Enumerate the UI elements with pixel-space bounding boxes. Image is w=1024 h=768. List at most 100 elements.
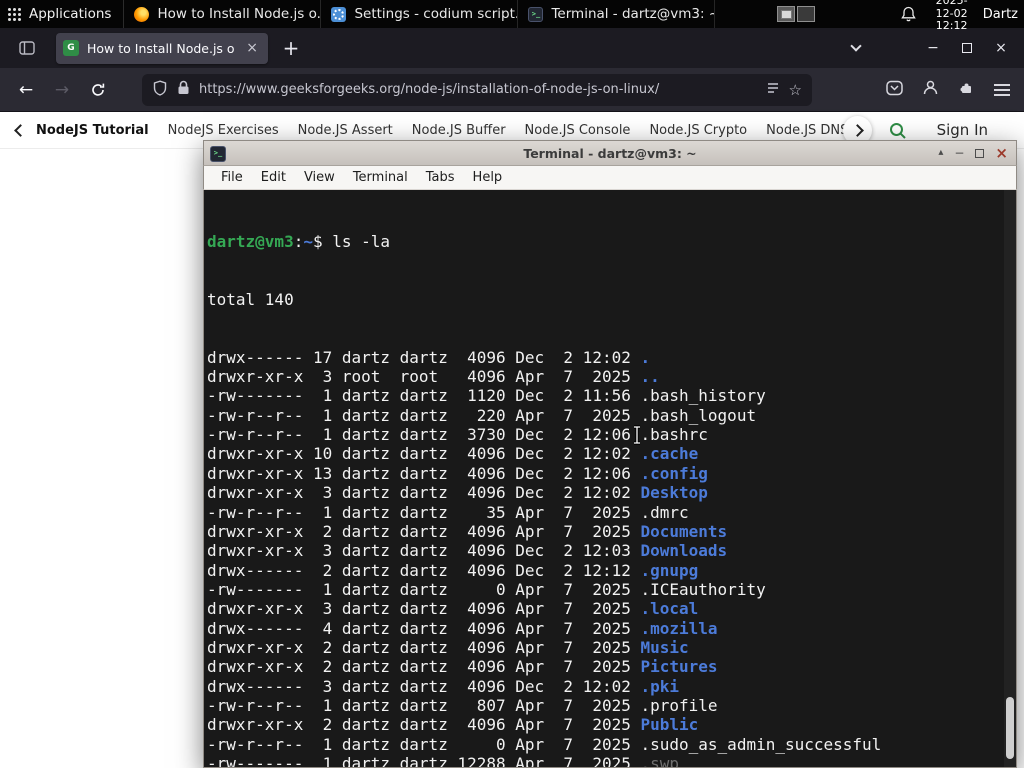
address-bar[interactable]: https://www.geeksforgeeks.org/node-js/in… [142, 73, 812, 106]
terminal-close-button[interactable]: × [995, 145, 1008, 161]
bookmark-star-icon[interactable]: ☆ [789, 81, 802, 99]
terminal-icon: >_ [528, 6, 544, 22]
tracking-protection-shield-icon[interactable] [152, 79, 168, 100]
terminal-scrollbar[interactable] [1004, 190, 1016, 767]
menu-hamburger-icon[interactable] [994, 83, 1010, 96]
tab-favicon: G [63, 40, 79, 56]
terminal-output-line: drwxr-xr-x 10 dartz dartz 4096 Dec 2 12:… [207, 444, 1016, 463]
terminal-output-line: -rw-r--r-- 1 dartz dartz 3730 Dec 2 12:0… [207, 425, 1016, 444]
back-button[interactable]: ← [8, 74, 44, 106]
url-text[interactable]: https://www.geeksforgeeks.org/node-js/in… [199, 82, 757, 97]
sign-in-button[interactable]: Sign In [937, 121, 988, 139]
terminal-output-line: -rw-r--r-- 1 dartz dartz 35 Apr 7 2025 .… [207, 503, 1016, 522]
file-meta: -rw------- 1 dartz dartz 0 Apr 7 2025 [207, 579, 641, 599]
panel-user-label[interactable]: Dartz [983, 7, 1018, 22]
terminal-screen[interactable]: dartz@vm3:~$ ls -la total 140 drwx------… [203, 190, 1017, 768]
new-tab-button[interactable]: + [278, 35, 304, 61]
file-name: .profile [640, 695, 718, 715]
tab-close-icon[interactable]: × [243, 40, 261, 56]
file-name: . [640, 347, 651, 367]
nav-link[interactable]: Node.JS Buffer [412, 123, 506, 138]
workspace-pager[interactable] [777, 6, 816, 22]
file-meta: -rw-r--r-- 1 dartz dartz 35 Apr 7 2025 [207, 502, 641, 522]
taskbar-button-firefox[interactable]: How to Install Node.js o... [124, 0, 322, 28]
terminal-menu-view[interactable]: View [295, 168, 344, 187]
panel-clock[interactable]: 2025-12-02 12:12 [932, 0, 970, 33]
reader-mode-icon[interactable] [766, 80, 780, 99]
file-name: .swp [640, 753, 680, 768]
terminal-output-line: drwxr-xr-x 3 dartz dartz 4096 Dec 2 12:0… [207, 483, 1016, 502]
terminal-output-line: drwxr-xr-x 13 dartz dartz 4096 Dec 2 12:… [207, 464, 1016, 483]
file-name: .. [640, 367, 660, 387]
terminal-menu-tabs[interactable]: Tabs [417, 168, 464, 187]
nav-link[interactable]: Node.JS DNS [766, 123, 848, 138]
applications-menu-button[interactable]: Applications [0, 0, 123, 28]
desktop-top-panel: Applications How to Install Node.js o...… [0, 0, 1024, 32]
file-meta: drwxr-xr-x 3 dartz dartz 4096 Apr 7 2025 [207, 599, 641, 619]
terminal-menu-help[interactable]: Help [464, 168, 512, 187]
terminal-output: dartz@vm3:~$ ls -la total 140 drwx------… [204, 190, 1016, 768]
terminal-output-line: drwxr-xr-x 3 root root 4096 Apr 7 2025 .… [207, 367, 1016, 386]
nav-link[interactable]: NodeJS Tutorial [36, 123, 149, 138]
lock-icon[interactable] [177, 80, 190, 99]
taskbar-button-terminal[interactable]: >_ Terminal - dartz@vm3: ~ [518, 0, 716, 28]
file-meta: drwx------ 17 dartz dartz 4096 Dec 2 12:… [207, 347, 641, 367]
nav-link[interactable]: Node.JS Crypto [649, 123, 747, 138]
terminal-output-line: drwx------ 3 dartz dartz 4096 Dec 2 12:0… [207, 677, 1016, 696]
file-meta: drwxr-xr-x 13 dartz dartz 4096 Dec 2 12:… [207, 463, 641, 483]
file-name: Desktop [640, 483, 708, 503]
file-name: .mozilla [640, 618, 718, 638]
workspace-2[interactable] [797, 6, 816, 22]
terminal-output-line: -rw-r--r-- 1 dartz dartz 220 Apr 7 2025 … [207, 406, 1016, 425]
file-meta: drwxr-xr-x 2 dartz dartz 4096 Apr 7 2025 [207, 637, 641, 657]
account-icon[interactable] [922, 79, 939, 100]
forward-button[interactable]: → [44, 74, 80, 106]
file-name: Public [640, 715, 699, 735]
file-name: .cache [640, 444, 699, 464]
terminal-listing: drwx------ 17 dartz dartz 4096 Dec 2 12:… [207, 347, 1016, 768]
nav-link[interactable]: NodeJS Exercises [168, 123, 279, 138]
file-name: Documents [640, 521, 728, 541]
nav-link[interactable]: Node.JS Assert [298, 123, 393, 138]
terminal-shade-button[interactable]: ▴ [938, 148, 943, 158]
file-meta: drwx------ 4 dartz dartz 4096 Apr 7 2025 [207, 618, 641, 638]
list-all-tabs-button[interactable] [844, 36, 868, 60]
browser-tab[interactable]: G How to Install Node.js on × [56, 32, 268, 64]
file-meta: drwxr-xr-x 2 dartz dartz 4096 Apr 7 2025 [207, 715, 641, 735]
firefox-view-icon[interactable] [14, 35, 40, 61]
browser-window-controls: − × [916, 34, 1018, 62]
window-close-button[interactable]: × [984, 34, 1018, 62]
terminal-output-line: drwxr-xr-x 3 dartz dartz 4096 Apr 7 2025… [207, 599, 1016, 618]
prompt-user-host: dartz@vm3 [207, 231, 294, 251]
reload-button[interactable] [80, 74, 116, 106]
file-meta: drwx------ 3 dartz dartz 4096 Dec 2 12:0… [207, 676, 641, 696]
terminal-prompt-line: dartz@vm3:~$ ls -la [207, 232, 1016, 251]
terminal-window-title: Terminal - dartz@vm3: ~ [523, 145, 697, 161]
window-maximize-button[interactable] [950, 34, 984, 62]
terminal-maximize-button[interactable] [975, 148, 985, 158]
file-name: .bash_history [640, 386, 766, 406]
file-meta: -rw-r--r-- 1 dartz dartz 807 Apr 7 2025 [207, 695, 641, 715]
workspace-1[interactable] [777, 6, 796, 22]
terminal-minimize-button[interactable]: − [954, 147, 964, 159]
firefox-icon [134, 6, 150, 22]
extensions-puzzle-icon[interactable] [958, 79, 975, 100]
file-meta: -rw-r--r-- 1 dartz dartz 220 Apr 7 2025 [207, 405, 641, 425]
terminal-output-line: drwxr-xr-x 2 dartz dartz 4096 Apr 7 2025… [207, 715, 1016, 734]
pocket-icon[interactable] [886, 80, 903, 100]
terminal-titlebar[interactable]: >_ Terminal - dartz@vm3: ~ ▴ − × [203, 140, 1017, 166]
file-meta: drwx------ 2 dartz dartz 4096 Dec 2 12:1… [207, 560, 641, 580]
file-name: .dmrc [640, 502, 689, 522]
terminal-output-line: -rw-r--r-- 1 dartz dartz 0 Apr 7 2025 .s… [207, 735, 1016, 754]
terminal-menu-edit[interactable]: Edit [252, 168, 295, 187]
nav-scroll-left-icon[interactable] [14, 124, 27, 137]
terminal-menu-terminal[interactable]: Terminal [344, 168, 417, 187]
terminal-menu-file[interactable]: File [212, 168, 252, 187]
applications-grid-icon [8, 7, 21, 21]
terminal-scrollbar-thumb[interactable] [1006, 697, 1014, 759]
nav-link[interactable]: Node.JS Console [525, 123, 631, 138]
notification-bell-icon[interactable] [901, 6, 917, 22]
terminal-output-line: drwx------ 4 dartz dartz 4096 Apr 7 2025… [207, 619, 1016, 638]
window-minimize-button[interactable]: − [916, 34, 950, 62]
taskbar-button-settings[interactable]: Settings - codium script... [321, 0, 519, 28]
